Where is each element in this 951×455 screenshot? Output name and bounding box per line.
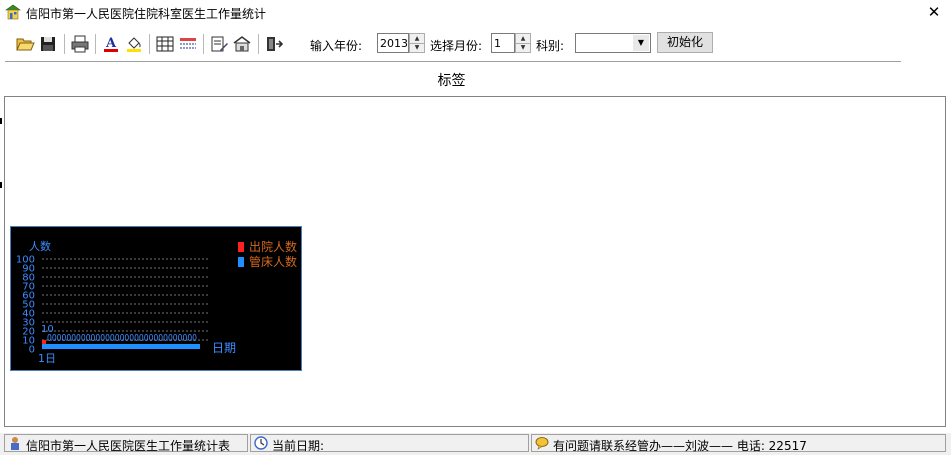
fill-color-icon[interactable]	[124, 34, 144, 54]
font-color-icon[interactable]: A	[101, 34, 121, 54]
chat-bubble-icon	[535, 437, 549, 450]
dept-label: 科别:	[536, 39, 565, 53]
bar-bed-count	[42, 344, 200, 349]
chart: 人数10090807060504030201001000000000000000…	[16, 239, 297, 365]
toolbar: A 输入年份: 2013 ▲ ▼ 选择月份: 1 ▲ ▼ 科别: ▼ 初始化	[0, 28, 951, 58]
legend-swatch	[238, 257, 244, 267]
window-title: 信阳市第一人民医院住院科室医生工作量统计	[26, 7, 267, 21]
save-icon[interactable]	[38, 34, 58, 54]
user-icon	[11, 437, 19, 450]
spin-down-icon[interactable]: ▼	[516, 43, 530, 52]
column-layout-icon[interactable]	[178, 34, 198, 54]
year-label: 输入年份:	[310, 39, 363, 53]
toolbar-separator	[203, 34, 204, 54]
x-axis-label: 日期	[212, 341, 236, 355]
window-edge-mark	[0, 118, 2, 124]
chevron-down-icon[interactable]: ▼	[633, 35, 649, 51]
legend-swatch	[238, 242, 244, 252]
toolbar-separator	[258, 34, 259, 54]
data-label: 0000000000000000000000000000000	[47, 333, 197, 344]
dept-select[interactable]: ▼	[575, 33, 651, 53]
title-bar: 信阳市第一人民医院住院科室医生工作量统计 ✕	[0, 0, 951, 25]
x-tick-label: 1日	[38, 352, 56, 365]
year-input[interactable]: 2013	[377, 33, 409, 53]
svg-text:A: A	[105, 36, 117, 51]
status-contact: 有问题请联系经管办——刘波—— 电话: 22517	[553, 439, 807, 453]
toolbar-separator	[95, 34, 96, 54]
status-program-name: 信阳市第一人民医院医生工作量统计表	[26, 439, 231, 453]
exit-door-icon[interactable]	[264, 34, 284, 54]
spin-down-icon[interactable]: ▼	[410, 43, 424, 52]
y-tick-label: 0	[29, 345, 35, 356]
toolbar-separator	[64, 34, 65, 54]
y-axis-label: 人数	[29, 240, 51, 253]
status-panel-date: 当前日期:	[250, 434, 529, 453]
status-panel-contact: 有问题请联系经管办——刘波—— 电话: 22517	[531, 434, 946, 453]
legend-label: 出院人数	[249, 239, 297, 254]
close-button[interactable]: ✕	[917, 0, 951, 25]
open-folder-icon[interactable]	[15, 34, 35, 54]
month-label: 选择月份:	[430, 39, 483, 53]
init-button[interactable]: 初始化	[657, 32, 713, 53]
house-settings-icon[interactable]	[232, 34, 252, 54]
month-input[interactable]: 1	[491, 33, 515, 53]
toolbar-divider	[5, 61, 901, 62]
status-bar: 信阳市第一人民医院医生工作量统计表 当前日期: 有问题请联系经管办——刘波—— …	[0, 433, 951, 455]
month-spinner[interactable]: ▲ ▼	[515, 33, 531, 53]
printer-icon[interactable]	[70, 34, 90, 54]
window-edge-mark	[0, 182, 2, 188]
status-current-date: 当前日期:	[272, 439, 325, 453]
chart-panel: 人数 100 90 80 70 60 50 40 30 20 10 0 10 00000000000000…	[10, 226, 302, 371]
clock-icon	[254, 436, 268, 450]
legend-label: 管床人数	[249, 254, 297, 269]
toolbar-separator	[149, 34, 150, 54]
status-panel-program: 信阳市第一人民医院医生工作量统计表	[4, 434, 248, 453]
tab-label: 标签	[437, 73, 466, 89]
table-grid-icon[interactable]	[155, 34, 175, 54]
year-spinner[interactable]: ▲ ▼	[409, 33, 425, 53]
app-icon	[5, 4, 21, 20]
edit-page-icon[interactable]	[209, 34, 229, 54]
year-value: 2013	[380, 37, 408, 50]
month-value: 1	[494, 37, 501, 50]
